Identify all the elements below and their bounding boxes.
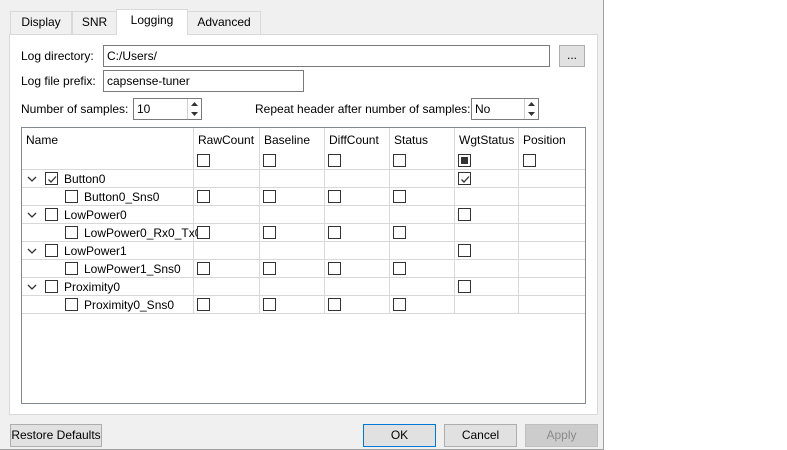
row-checkbox-button0-sns0[interactable] <box>65 190 78 203</box>
wgtstatus-checkbox-lowpower0[interactable] <box>458 208 471 221</box>
rawcount-checkbox[interactable] <box>197 190 210 203</box>
tab-advanced-label: Advanced <box>197 15 251 29</box>
status-checkbox[interactable] <box>393 190 406 203</box>
column-header-baseline[interactable]: Baseline <box>264 133 310 147</box>
header-checkbox-status[interactable] <box>393 154 406 167</box>
chevron-down-icon[interactable] <box>27 246 37 256</box>
tab-display[interactable]: Display <box>10 11 72 34</box>
column-header-position[interactable]: Position <box>523 133 566 147</box>
header-checkbox-rawcount[interactable] <box>197 154 210 167</box>
row-name-lowpower1: LowPower1 <box>64 244 127 258</box>
chevron-down-icon[interactable] <box>27 210 37 220</box>
apply-button[interactable]: Apply <box>525 424 598 447</box>
rawcount-checkbox[interactable] <box>197 262 210 275</box>
header-checkbox-diffcount[interactable] <box>328 154 341 167</box>
row-checkbox-proximity0-sns0[interactable] <box>65 298 78 311</box>
row-name-button0-sns0: Button0_Sns0 <box>84 190 160 204</box>
diffcount-checkbox[interactable] <box>328 226 341 239</box>
baseline-checkbox[interactable] <box>263 262 276 275</box>
wgtstatus-checkbox-lowpower1[interactable] <box>458 244 471 257</box>
row-name-lowpower0: LowPower0 <box>64 208 127 222</box>
log-prefix-label: Log file prefix: <box>21 74 96 88</box>
diffcount-checkbox[interactable] <box>328 262 341 275</box>
row-name-lowpower1-sns0: LowPower1_Sns0 <box>84 262 181 276</box>
tab-logging-label: Logging <box>130 13 174 27</box>
row-checkbox-lowpower1-sns0[interactable] <box>65 262 78 275</box>
logging-grid: Name RawCount Baseline DiffCount Status … <box>21 127 586 404</box>
row-name-proximity0-sns0: Proximity0_Sns0 <box>84 298 175 312</box>
column-header-wgtstatus[interactable]: WgtStatus <box>459 133 514 147</box>
tab-logging[interactable]: Logging <box>116 9 188 35</box>
baseline-checkbox[interactable] <box>263 226 276 239</box>
ok-button[interactable]: OK <box>363 424 436 447</box>
baseline-checkbox[interactable] <box>263 190 276 203</box>
row-name-proximity0: Proximity0 <box>64 280 121 294</box>
column-header-rawcount[interactable]: RawCount <box>198 133 254 147</box>
checkmark-icon <box>461 176 470 183</box>
header-checkbox-wgtstatus[interactable] <box>458 154 471 167</box>
tab-snr[interactable]: SNR <box>72 11 117 34</box>
repeat-header-label: Repeat header after number of samples: <box>255 102 471 116</box>
samples-value: 10 <box>137 102 151 116</box>
spin-down-icon[interactable] <box>525 109 538 119</box>
rawcount-checkbox[interactable] <box>197 298 210 311</box>
log-directory-input[interactable]: C:/Users/ <box>103 45 550 67</box>
tab-display-label: Display <box>21 15 61 29</box>
column-header-status[interactable]: Status <box>394 133 428 147</box>
column-header-name[interactable]: Name <box>26 133 58 147</box>
chevron-down-icon[interactable] <box>27 174 37 184</box>
row-name-lowpower0-rx0-tx0: LowPower0_Rx0_Tx0 <box>84 226 202 240</box>
row-checkbox-lowpower0[interactable] <box>45 208 58 221</box>
column-header-diffcount[interactable]: DiffCount <box>329 133 379 147</box>
repeat-header-spinner[interactable] <box>524 99 538 119</box>
cancel-button[interactable]: Cancel <box>444 424 517 447</box>
row-checkbox-lowpower1[interactable] <box>45 244 58 257</box>
row-name-button0: Button0 <box>64 172 106 186</box>
partial-check-icon <box>461 157 468 164</box>
status-checkbox[interactable] <box>393 298 406 311</box>
wgtstatus-checkbox-proximity0[interactable] <box>458 280 471 293</box>
chevron-down-icon[interactable] <box>27 282 37 292</box>
preferences-dialog: Display SNR Advanced Logging Log directo… <box>0 0 604 450</box>
restore-defaults-button[interactable]: Restore Defaults <box>10 424 102 447</box>
diffcount-checkbox[interactable] <box>328 190 341 203</box>
samples-label: Number of samples: <box>21 102 129 116</box>
baseline-checkbox[interactable] <box>263 298 276 311</box>
row-checkbox-button0[interactable] <box>45 172 58 185</box>
spin-up-icon[interactable] <box>525 99 538 109</box>
browse-button[interactable]: ... <box>559 45 585 67</box>
spin-up-icon[interactable] <box>188 99 201 109</box>
log-prefix-input[interactable]: capsense-tuner <box>103 70 304 92</box>
tab-snr-label: SNR <box>81 15 108 29</box>
header-checkbox-baseline[interactable] <box>263 154 276 167</box>
rawcount-checkbox[interactable] <box>197 226 210 239</box>
diffcount-checkbox[interactable] <box>328 298 341 311</box>
spin-down-icon[interactable] <box>188 109 201 119</box>
repeat-header-value: No <box>475 102 491 116</box>
tab-advanced[interactable]: Advanced <box>187 11 261 34</box>
status-checkbox[interactable] <box>393 226 406 239</box>
row-checkbox-lowpower0-rx0-tx0[interactable] <box>65 226 78 239</box>
samples-spinner[interactable] <box>187 99 201 119</box>
wgtstatus-checkbox-button0[interactable] <box>458 172 471 185</box>
row-checkbox-proximity0[interactable] <box>45 280 58 293</box>
checkmark-icon <box>48 176 57 183</box>
status-checkbox[interactable] <box>393 262 406 275</box>
log-directory-label: Log directory: <box>21 49 94 63</box>
header-checkbox-position[interactable] <box>523 154 536 167</box>
